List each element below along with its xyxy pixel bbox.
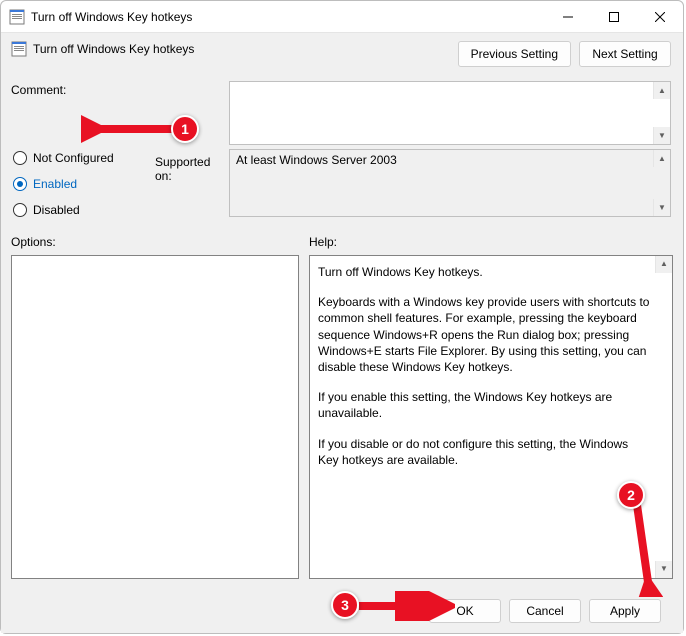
help-text: Turn off Windows Key hotkeys. (318, 264, 652, 280)
annotation-marker-1: 1 (171, 115, 199, 143)
radio-label: Not Configured (33, 151, 114, 165)
help-text: If you disable or do not configure this … (318, 436, 652, 468)
radio-disabled[interactable]: Disabled (13, 203, 151, 217)
options-panel (11, 255, 299, 579)
radio-label: Enabled (33, 177, 77, 191)
supported-on-label: Supported on: (155, 149, 225, 217)
cancel-button[interactable]: Cancel (509, 599, 581, 623)
help-text: Keyboards with a Windows key provide use… (318, 294, 652, 375)
radio-label: Disabled (33, 203, 80, 217)
annotation-arrow-3 (355, 591, 455, 621)
radio-icon (13, 203, 27, 217)
next-setting-button[interactable]: Next Setting (579, 41, 671, 67)
radio-enabled[interactable]: Enabled (13, 177, 151, 191)
help-panel: ▲ ▼ Turn off Windows Key hotkeys.Keyboar… (309, 255, 673, 579)
apply-button[interactable]: Apply (589, 599, 661, 623)
radio-icon (13, 151, 27, 165)
titlebar: Turn off Windows Key hotkeys (1, 1, 683, 33)
scroll-up-icon[interactable]: ▲ (653, 82, 670, 99)
comment-textarea[interactable]: ▲ ▼ (229, 81, 671, 145)
scroll-up-icon[interactable]: ▲ (655, 256, 672, 273)
radio-not-configured[interactable]: Not Configured (13, 151, 151, 165)
help-text: If you enable this setting, the Windows … (318, 389, 652, 421)
previous-setting-button[interactable]: Previous Setting (458, 41, 571, 67)
dialog-window: Turn off Windows Key hotkeys Turn off (0, 0, 684, 634)
policy-title: Turn off Windows Key hotkeys (33, 41, 194, 57)
window-title: Turn off Windows Key hotkeys (31, 10, 545, 24)
annotation-arrow-1 (81, 109, 181, 149)
close-button[interactable] (637, 1, 683, 32)
app-icon (9, 9, 25, 25)
help-label: Help: (309, 235, 673, 249)
annotation-marker-2: 2 (617, 481, 645, 509)
scroll-down-icon[interactable]: ▼ (653, 199, 670, 216)
options-label: Options: (11, 235, 299, 249)
supported-on-text: At least Windows Server 2003 ▲ ▼ (229, 149, 671, 217)
annotation-arrow-2 (623, 497, 663, 597)
radio-icon (13, 177, 27, 191)
maximize-button[interactable] (591, 1, 637, 32)
scroll-down-icon[interactable]: ▼ (653, 127, 670, 144)
scroll-up-icon[interactable]: ▲ (653, 150, 670, 167)
annotation-marker-3: 3 (331, 591, 359, 619)
policy-icon (11, 41, 27, 57)
minimize-button[interactable] (545, 1, 591, 32)
